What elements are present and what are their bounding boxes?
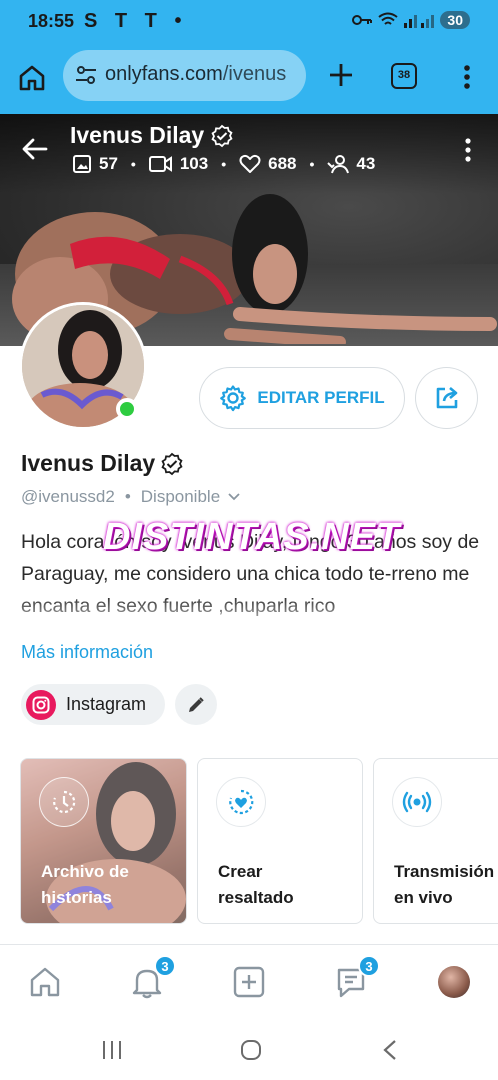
nav-messages[interactable]: 3: [331, 955, 380, 1002]
nav-home[interactable]: [25, 962, 65, 1002]
vpn-key-icon: [352, 15, 373, 25]
share-button[interactable]: [415, 367, 478, 429]
live-icon-circle: [392, 777, 442, 827]
back-icon[interactable]: [382, 1039, 398, 1061]
home-circle-icon[interactable]: [240, 1039, 262, 1061]
instagram-icon: [26, 689, 56, 720]
heart-icon: [239, 154, 261, 173]
battery-indicator: 30: [440, 11, 470, 29]
history-icon-circle: [39, 777, 89, 827]
status-time: 18:55: [28, 11, 75, 31]
stat-separator: •: [309, 156, 315, 172]
cover-stats: 57 • 103 • 688 • 43: [72, 154, 375, 174]
new-tab-plus-icon[interactable]: [326, 60, 356, 90]
nav-notifications[interactable]: 3: [127, 955, 176, 1002]
edit-social-button[interactable]: [175, 684, 217, 725]
live-label-line1: Transmisión: [394, 862, 495, 881]
instagram-link[interactable]: Instagram: [21, 684, 165, 725]
arrow-back-icon[interactable]: [20, 134, 50, 164]
tune-icon[interactable]: [75, 65, 97, 85]
online-status-dot: [116, 398, 138, 420]
highlight-icon-circle: [216, 777, 266, 827]
archive-label-line2: historias: [41, 888, 112, 907]
edit-profile-button[interactable]: EDITAR PERFIL: [199, 367, 405, 429]
cover-name-text: Ivenus Dilay: [70, 122, 205, 148]
highlight-label-line1: Crear: [218, 862, 263, 881]
create-highlight-card[interactable]: Crear resaltado: [197, 758, 363, 924]
status-notifications: S T T •: [84, 10, 188, 32]
more-info-link[interactable]: Más información: [21, 642, 153, 663]
watermark: DISTINTAS.NET: [103, 516, 401, 558]
fans-icon: [327, 155, 350, 174]
android-navigation-bar: [0, 1020, 498, 1080]
availability-dropdown[interactable]: Disponible: [141, 487, 240, 507]
archive-label-line1: Archivo de: [41, 862, 129, 881]
profile-handle: @ivenussd2: [21, 487, 115, 506]
nav-add-post[interactable]: [229, 962, 269, 1002]
highlight-card-label: Crear resaltado: [218, 859, 294, 911]
home-icon[interactable]: [16, 62, 48, 94]
handle-row: @ivenussd2 • Disponible: [21, 487, 240, 507]
story-archive-card[interactable]: Archivo de historias: [20, 758, 187, 924]
stat-separator: •: [221, 156, 227, 172]
profile-name: Ivenus Dilay: [21, 450, 184, 477]
address-bar[interactable]: onlyfans.com/ivenus: [63, 50, 306, 101]
share-icon: [436, 387, 457, 409]
stat-fans: 43: [356, 154, 376, 173]
bottom-nav: 3 3: [0, 945, 498, 1020]
live-label-line2: en vivo: [394, 888, 453, 907]
image-icon: [73, 155, 91, 173]
chevron-down-icon: [228, 493, 240, 501]
browser-toolbar: onlyfans.com/ivenus 38: [0, 44, 498, 114]
add-post-icon: [233, 966, 265, 998]
wifi-icon: [378, 12, 399, 25]
verified-icon: [211, 124, 233, 147]
verified-icon: [161, 452, 183, 475]
stat-likes: 688: [268, 154, 297, 173]
handle-separator: •: [124, 487, 131, 506]
stat-photos: 57: [99, 154, 118, 173]
live-card-label: Transmisión en vivo: [394, 859, 494, 911]
recent-apps-icon[interactable]: [101, 1040, 123, 1060]
archive-card-label: Archivo de historias: [41, 859, 129, 911]
bio-fade: [0, 596, 498, 636]
url-text: onlyfans.com/ivenus: [105, 63, 286, 86]
home-icon: [30, 967, 60, 997]
broadcast-icon: [402, 791, 432, 813]
stat-separator: •: [130, 156, 136, 172]
gear-icon: [220, 385, 247, 412]
more-vert-icon[interactable]: [457, 62, 477, 92]
profile-name-text: Ivenus Dilay: [21, 450, 156, 476]
history-icon: [53, 790, 76, 814]
notifications-badge: 3: [154, 955, 176, 977]
system-status-bar: 18:55 S T T • 30: [0, 0, 498, 44]
instagram-label: Instagram: [66, 694, 147, 714]
pencil-icon: [189, 696, 204, 712]
availability-label: Disponible: [140, 487, 221, 506]
live-stream-card[interactable]: Transmisión en vivo: [373, 758, 498, 924]
url-host: onlyfans.com: [105, 63, 223, 85]
video-icon: [148, 156, 172, 172]
heart-circle-icon: [229, 789, 254, 815]
more-vert-icon[interactable]: [460, 136, 476, 164]
highlight-label-line2: resaltado: [218, 888, 294, 907]
stat-videos: 103: [179, 154, 209, 173]
messages-badge: 3: [358, 955, 380, 977]
nav-profile[interactable]: [434, 962, 474, 1002]
status-right-icons: 30: [352, 11, 470, 29]
edit-profile-label: EDITAR PERFIL: [257, 388, 385, 407]
tabs-count-button[interactable]: 38: [391, 63, 417, 89]
signal-icon: [404, 15, 435, 28]
url-path: /ivenus: [222, 63, 287, 85]
cover-profile-name: Ivenus Dilay: [70, 122, 234, 149]
nav-avatar: [438, 966, 470, 998]
